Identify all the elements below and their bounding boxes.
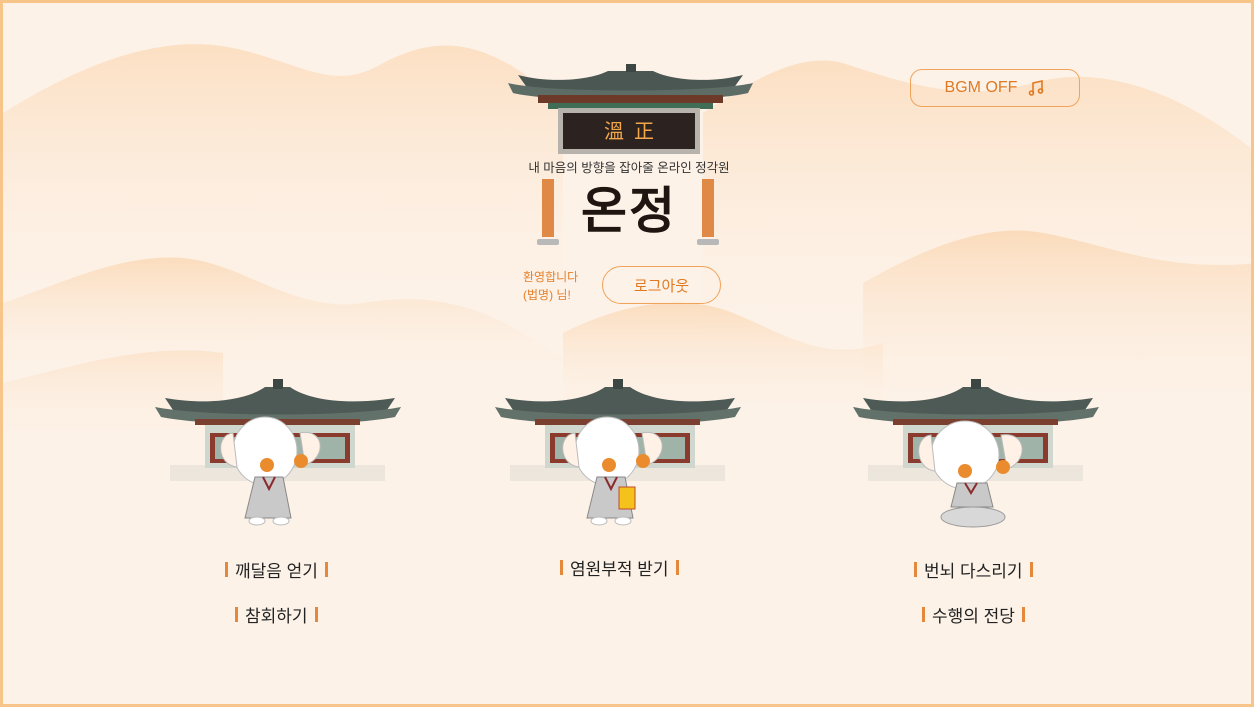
accent-bar-left (225, 561, 228, 577)
temple-roof-logo (508, 64, 753, 109)
bgm-toggle-button[interactable]: BGM OFF (910, 69, 1080, 107)
accent-bar-right (324, 561, 328, 577)
accent-bar-left (560, 559, 563, 575)
page-title: 온정 (581, 182, 677, 240)
page-frame: 溫正 내 마음의 방향을 잡아줄 온라인 정각원 온정 BGM OFF 환영합니… (0, 0, 1254, 707)
menu-link-label: 번뇌 다스리기 (924, 561, 1023, 581)
accent-bar-right (675, 559, 679, 575)
accent-bar-right (1021, 606, 1025, 622)
menu-link-label: 수행의 전당 (932, 606, 1015, 626)
welcome-line-1: 환영합니다 (523, 270, 579, 284)
accent-bar-left (914, 561, 917, 577)
accent-bar-left (235, 606, 238, 622)
menu-link-worries[interactable]: 번뇌 다스리기 (914, 557, 1033, 581)
accent-bar-right (1029, 561, 1033, 577)
pillar-left (537, 179, 559, 245)
menu-link-label: 깨달음 얻기 (235, 561, 318, 581)
pillar-right (697, 179, 719, 245)
welcome-line-2: (법명) 님! (523, 288, 571, 302)
temple-elephant-illustration (853, 379, 1099, 528)
temple-elephant-illustration (155, 379, 401, 526)
welcome-message: 환영합니다 (법명) 님! (523, 268, 593, 304)
accent-bar-left (922, 606, 925, 622)
temple-elephant-illustration (495, 379, 741, 526)
logout-button[interactable]: 로그아웃 (602, 266, 721, 304)
signboard-text: 溫正 (563, 113, 695, 149)
temple-enlightenment[interactable] (155, 373, 401, 533)
music-note-icon (1029, 80, 1044, 96)
bgm-button-label: BGM OFF (944, 79, 1018, 96)
menu-link-hall[interactable]: 수행의 전당 (922, 602, 1025, 626)
menu-link-enlightenment[interactable]: 깨달음 얻기 (225, 557, 328, 581)
menu-link-repentance[interactable]: 참회하기 (235, 602, 318, 626)
accent-bar-right (314, 606, 318, 622)
signboard: 溫正 (558, 108, 700, 154)
temple-talisman[interactable] (495, 373, 741, 533)
menu-link-label: 참회하기 (245, 606, 308, 626)
menu-link-label: 염원부적 받기 (570, 559, 669, 579)
temple-meditation[interactable] (853, 373, 1099, 533)
menu-link-talisman[interactable]: 염원부적 받기 (560, 555, 679, 579)
